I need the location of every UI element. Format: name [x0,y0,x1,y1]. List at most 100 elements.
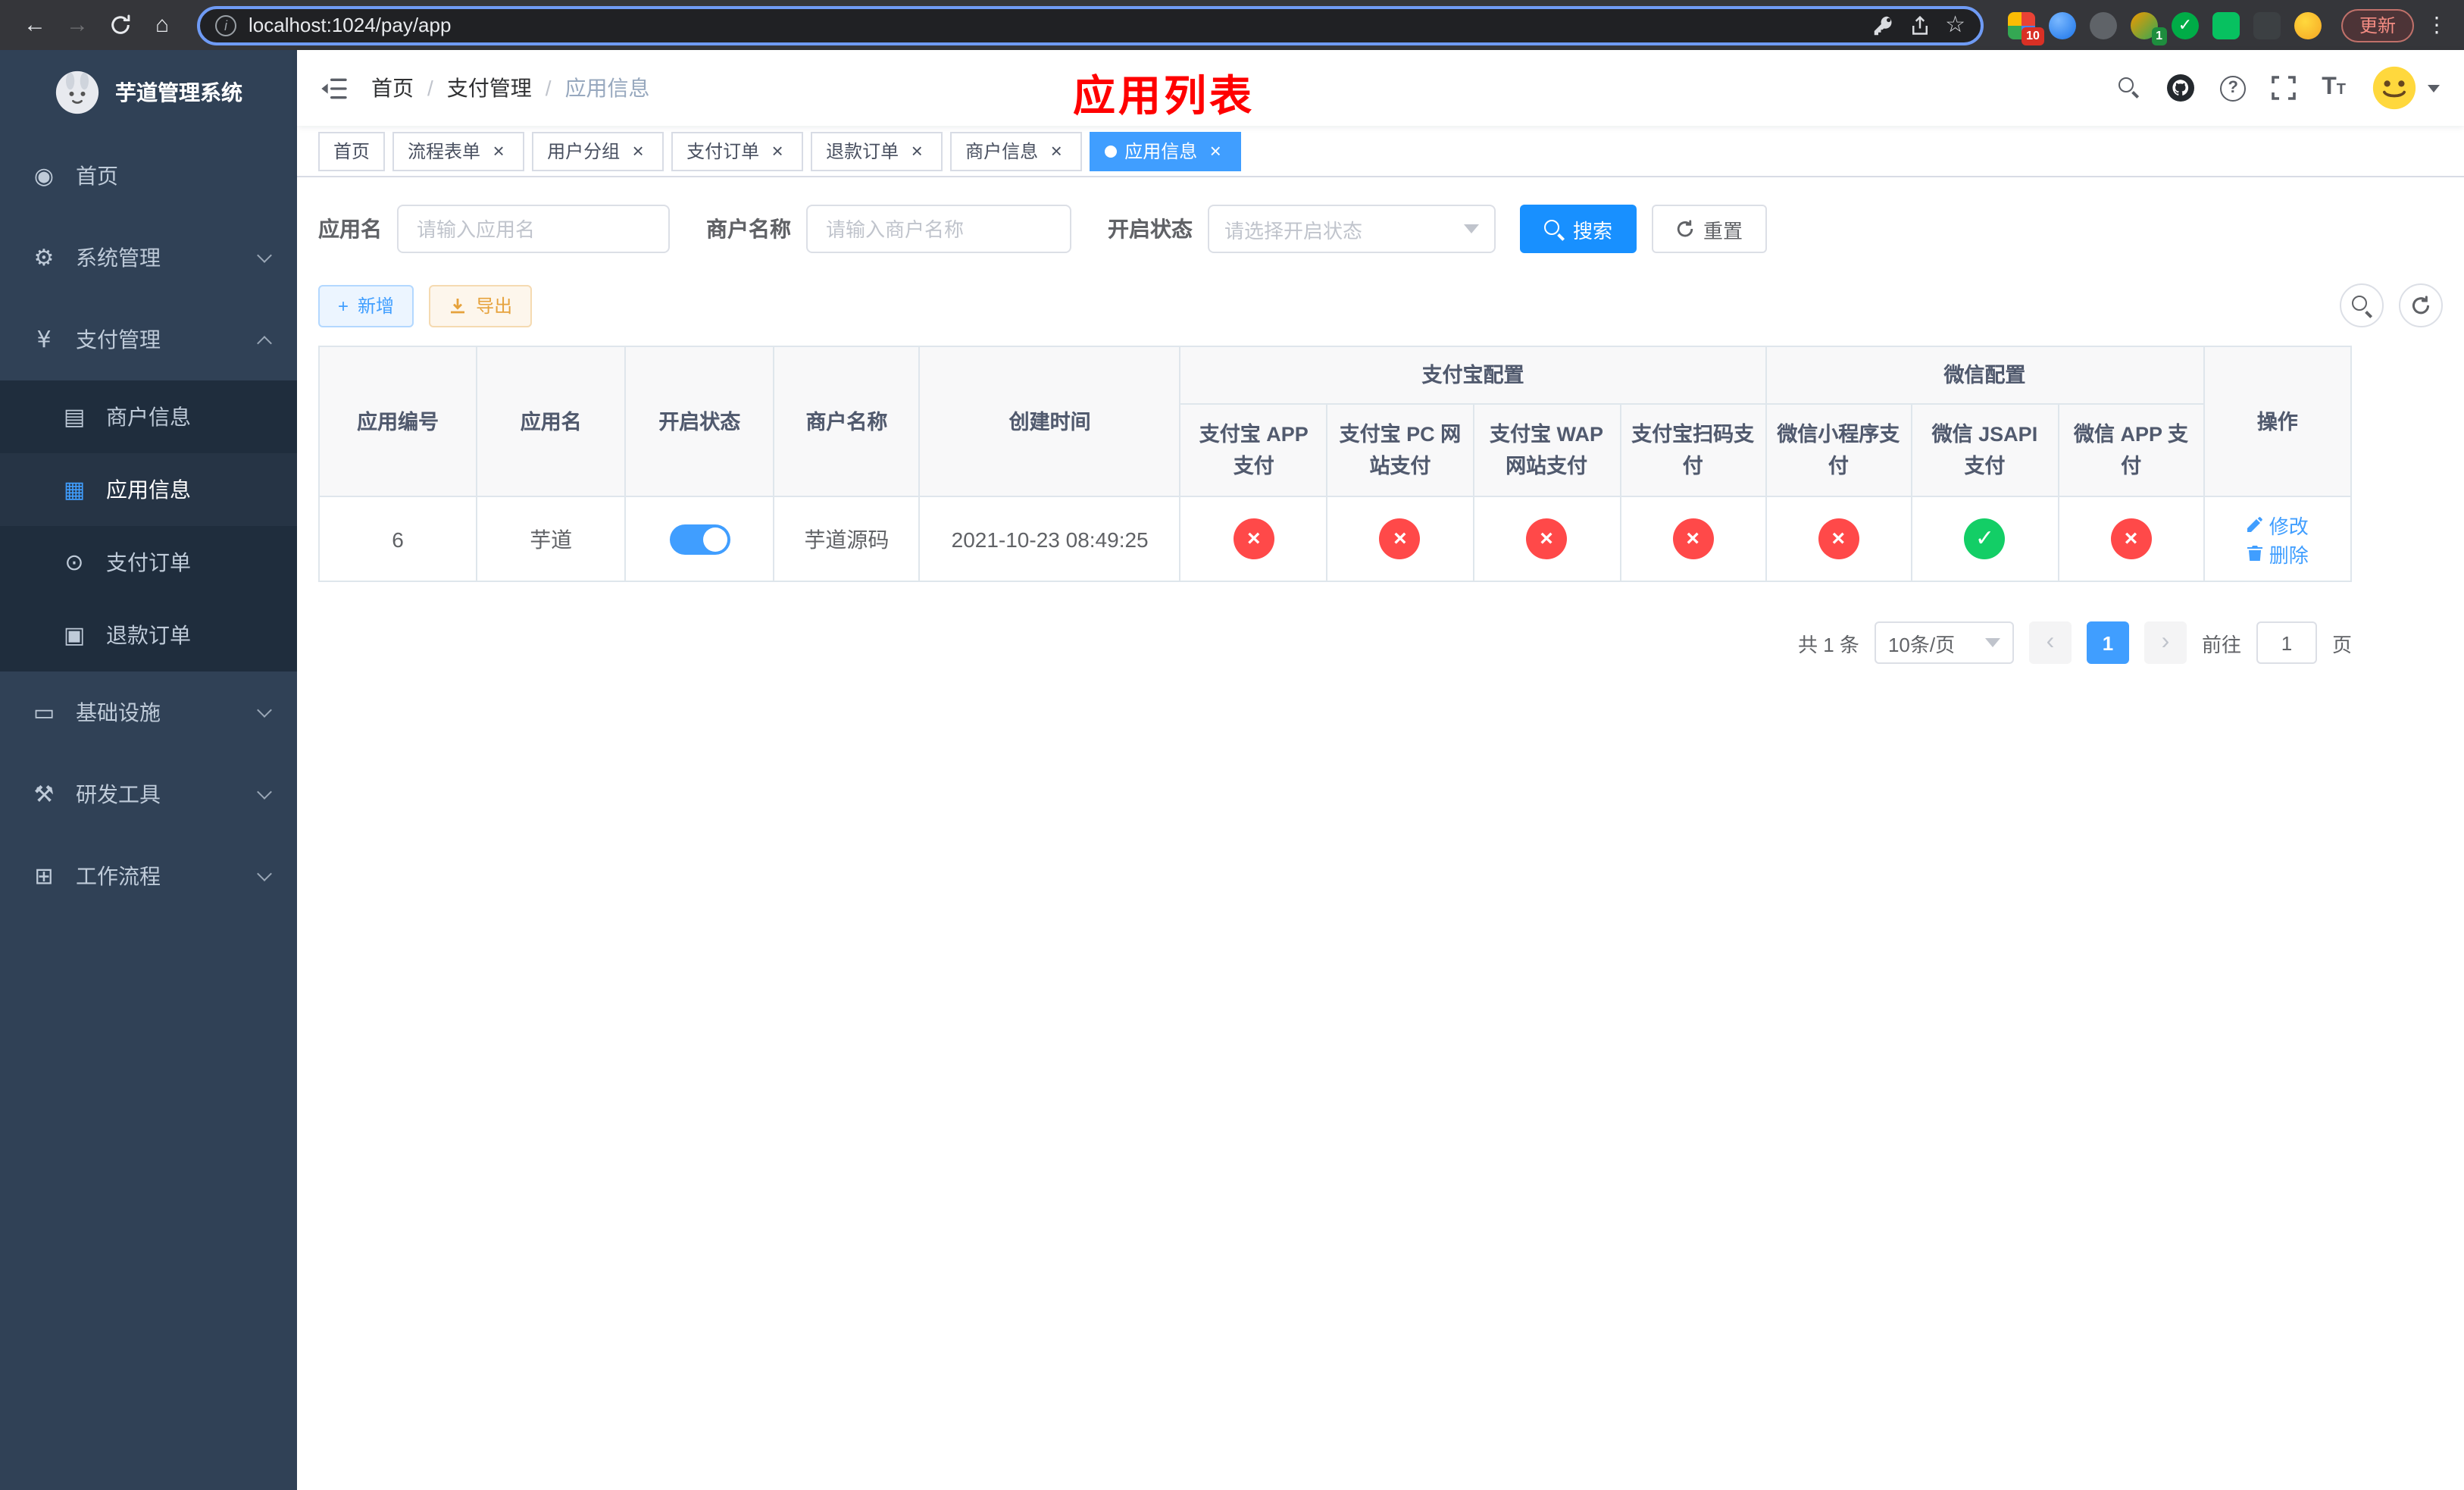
extension-wechat-icon[interactable] [2212,11,2240,39]
sidebar-item-workflow[interactable]: ⊞ 工作流程 [0,835,297,917]
tab-user-group[interactable]: 用户分组 × [532,131,664,171]
browser-reload-button[interactable] [100,5,139,45]
status-toggle[interactable] [669,524,730,554]
browser-home-button[interactable]: ⌂ [142,5,182,45]
edit-link[interactable]: 修改 [2247,510,2309,539]
page-title: 应用列表 [1073,73,1255,120]
user-avatar [2372,66,2416,110]
browser-menu-button[interactable]: ⋮ [2425,12,2449,38]
sidebar-item-devtools[interactable]: ⚒ 研发工具 [0,753,297,835]
tab-merchant-info[interactable]: 商户信息 × [950,131,1083,171]
browser-back-button[interactable]: ← [15,5,55,45]
github-icon[interactable] [2167,74,2195,102]
cross-icon: × [2124,526,2138,552]
check-icon: ✓ [2178,17,2193,35]
search-icon [2352,296,2372,315]
status-disabled-icon: × [1233,518,1274,559]
search-icon[interactable] [2118,77,2141,99]
status-select[interactable]: 请选择开启状态 [1208,205,1496,253]
cross-icon: × [1540,526,1553,552]
sidebar-item-merchant-info[interactable]: ▤ 商户信息 [0,380,297,453]
info-glyph: i [224,17,227,33]
close-icon[interactable]: × [488,139,509,162]
cell-alipay-qr: × [1619,496,1767,582]
sidebar-item-refund-order[interactable]: ▣ 退款订单 [0,599,297,671]
password-key-icon[interactable] [1872,14,1893,36]
main-area: 首页 / 支付管理 / 应用信息 应用列表 ? TT 首页 流程表单 × 用户分… [297,50,2464,1490]
toggle-search-button[interactable] [2340,283,2384,327]
status-disabled-icon: × [1379,518,1421,559]
close-icon[interactable]: × [1205,139,1226,162]
add-button[interactable]: + 新增 [318,284,414,327]
url-text[interactable]: localhost:1024/pay/app [249,14,451,36]
app-logo[interactable]: 芋道管理系统 [0,50,297,135]
refresh-table-button[interactable] [2399,283,2443,327]
site-info-icon[interactable]: i [215,14,236,36]
profile-avatar-icon[interactable]: 1 [2130,11,2167,45]
table-row: 6 芋道 芋道源码 2021-10-23 08:49:25 × × × × × [317,496,2353,582]
tab-label: 商户信息 [965,141,1039,162]
merchant-name-input[interactable] [806,205,1071,253]
breadcrumb-home[interactable]: 首页 [371,73,414,103]
delete-link[interactable]: 删除 [2247,539,2309,568]
chevron-down-icon [257,702,272,717]
sidebar-item-system[interactable]: ⚙ 系统管理 [0,217,297,299]
reset-button[interactable]: 重置 [1652,205,1768,253]
fullscreen-icon[interactable] [2272,76,2297,100]
search-button[interactable]: 搜索 [1520,205,1637,253]
browser-forward-button[interactable]: → [58,5,97,45]
tab-refund-order[interactable]: 退款订单 × [811,131,943,171]
extension-badge: 10 [2022,27,2044,45]
page-1-button[interactable]: 1 [2086,621,2129,664]
sidebar-item-label: 支付订单 [106,550,191,574]
tab-process-form[interactable]: 流程表单 × [392,131,525,171]
sidebar-item-infra[interactable]: ▭ 基础设施 [0,671,297,753]
bookmark-star-icon[interactable]: ☆ [1945,14,1965,36]
address-bar[interactable]: i localhost:1024/pay/app ☆ [197,5,1984,45]
table-toolbar: + 新增 导出 [318,283,2443,327]
extension-face-icon[interactable] [2294,11,2322,39]
page-size-select[interactable]: 10条/页 [1874,621,2014,664]
sidebar-toggle-button[interactable] [321,77,347,99]
edit-label: 修改 [2269,515,2309,537]
close-icon[interactable]: × [906,139,927,162]
app-frame: 芋道管理系统 ◉ 首页 ⚙ 系统管理 ¥ 支付管理 ▤ 商户信息 ▦ 应用信息 … [0,50,2464,1490]
breadcrumb-section[interactable]: 支付管理 [447,73,532,103]
close-icon[interactable]: × [767,139,788,162]
sidebar-item-home[interactable]: ◉ 首页 [0,135,297,217]
cross-icon: × [1393,526,1407,552]
goto-page-input[interactable] [2256,621,2317,664]
extension-drop-icon[interactable] [2048,11,2076,39]
goto-label: 前往 [2201,633,2241,656]
breadcrumb: 首页 / 支付管理 / 应用信息 [371,73,650,103]
sidebar-item-payment[interactable]: ¥ 支付管理 [0,299,297,380]
app-name-input[interactable] [397,205,670,253]
reload-icon [111,14,130,34]
cell-alipay-pc: × [1326,496,1474,582]
logo-avatar [55,70,99,114]
font-size-icon[interactable]: TT [2322,75,2346,100]
export-button[interactable]: 导出 [429,284,533,327]
tab-app-info[interactable]: 应用信息 × [1090,131,1242,171]
extension-grid-icon[interactable]: 10 [2007,11,2044,45]
cell-app-name: 芋道 [476,496,627,582]
user-menu[interactable] [2372,65,2440,111]
sidebar-item-pay-order[interactable]: ⊙ 支付订单 [0,526,297,599]
breadcrumb-current: 应用信息 [564,76,650,100]
next-page-button[interactable]: › [2143,621,2187,664]
tab-pay-order[interactable]: 支付订单 × [671,131,804,171]
status-disabled-icon: × [1818,518,1859,559]
help-icon[interactable]: ? [2220,75,2247,101]
close-icon[interactable]: × [1046,139,1067,162]
browser-update-button[interactable]: 更新 [2340,8,2414,42]
extension-pin-icon[interactable] [2253,11,2281,39]
tab-home[interactable]: 首页 [318,131,386,171]
extension-green-check-icon[interactable]: ✓ [2171,11,2199,39]
extension-dark-icon[interactable] [2089,11,2117,39]
sidebar-item-app-info[interactable]: ▦ 应用信息 [0,453,297,526]
active-tab-dot [1105,145,1118,157]
share-icon[interactable] [1909,14,1930,36]
col-header-wechat-lite: 微信小程序支付 [1765,403,1912,497]
close-icon[interactable]: × [627,139,649,162]
prev-page-button[interactable]: ‹ [2028,621,2072,664]
